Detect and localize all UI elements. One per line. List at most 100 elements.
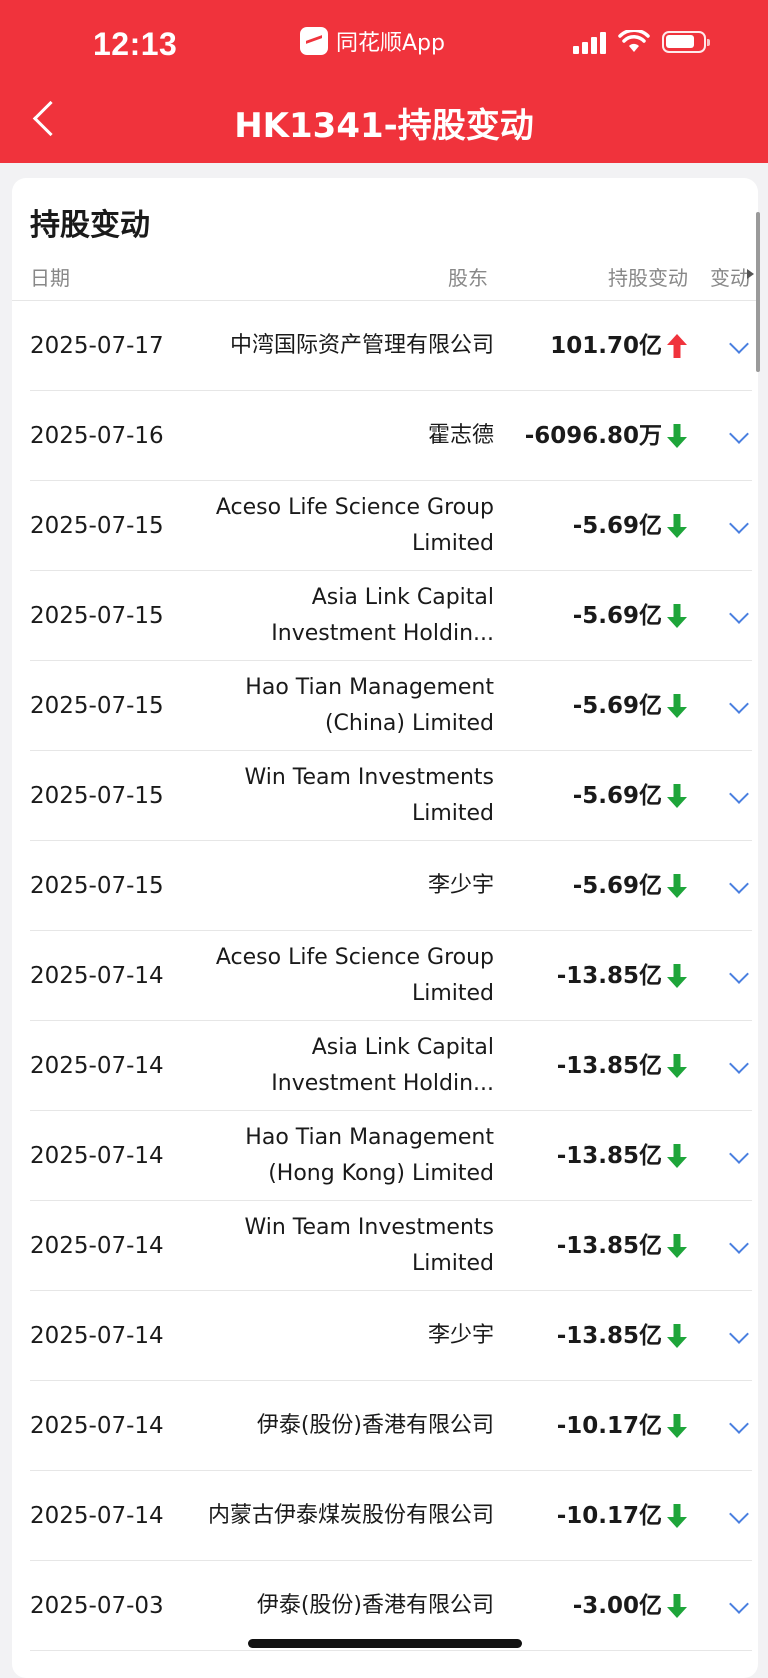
holdings-change-card: 持股变动 日期 股东 持股变动 变动 2025-07-17 中湾国际资产管理有限公… [12, 178, 758, 1678]
table-row[interactable]: 2025-07-03 伊泰(股份)香港有限公司 -3.00亿 [30, 1561, 752, 1651]
row-change: -5.69亿 [572, 873, 662, 899]
chevron-down-icon[interactable] [729, 1504, 749, 1524]
chevron-down-icon[interactable] [729, 1144, 749, 1164]
row-change: -6096.80万 [524, 423, 662, 449]
chevron-down-icon[interactable] [729, 1324, 749, 1344]
page-title: HK1341-持股变动 [234, 106, 534, 146]
table-row[interactable]: 2025-07-14 Hao Tian Management (Hong Kong… [30, 1111, 752, 1201]
chevron-down-icon[interactable] [729, 1054, 749, 1074]
table-row[interactable]: 2025-07-15 Asia Link Capital Investment H… [30, 571, 752, 661]
chevron-down-icon[interactable] [729, 964, 749, 984]
table-row[interactable]: 2025-07-14 伊泰(股份)香港有限公司 -10.17亿 [30, 1381, 752, 1471]
chevron-down-icon[interactable] [729, 514, 749, 534]
row-holder: Win Team Investments Limited [244, 765, 494, 826]
arrow-down-icon [667, 874, 687, 898]
table-row[interactable]: 2025-07-14 Aceso Life Science Group Limit… [30, 931, 752, 1021]
row-change: -5.69亿 [572, 693, 662, 719]
app-header: 12:13 同花顺App HK1341-持股变动 [0, 0, 768, 163]
column-header-holder[interactable]: 股东 [432, 262, 488, 291]
table-row[interactable]: 2025-07-14 李少宇 -13.85亿 [30, 1291, 752, 1381]
table-row[interactable]: 2025-07-15 Aceso Life Science Group Limit… [30, 481, 752, 571]
app-logo-icon [300, 27, 328, 55]
row-date: 2025-07-14 [30, 1323, 164, 1349]
chevron-down-icon[interactable] [729, 1594, 749, 1614]
arrow-down-icon [667, 424, 687, 448]
row-holder: Aceso Life Science Group Limited [215, 495, 494, 556]
arrow-down-icon [667, 1144, 687, 1168]
arrow-down-icon [667, 694, 687, 718]
row-date: 2025-07-03 [30, 1593, 164, 1619]
chevron-down-icon[interactable] [729, 1414, 749, 1434]
row-holder: Hao Tian Management (China) Limited [245, 675, 494, 736]
chevron-down-icon[interactable] [729, 424, 749, 444]
table-row[interactable]: 2025-07-14 内蒙古伊泰煤炭股份有限公司 -10.17亿 [30, 1471, 752, 1561]
row-change: -3.00亿 [572, 1593, 662, 1619]
row-change: -5.69亿 [572, 603, 662, 629]
arrow-down-icon [667, 604, 687, 628]
table-row[interactable]: 2025-07-15 李少宇 -5.69亿 [30, 841, 752, 931]
table-row[interactable]: 2025-07-14 Asia Link Capital Investment H… [30, 1021, 752, 1111]
column-header-date[interactable]: 日期 [30, 262, 70, 291]
row-change: -13.85亿 [556, 963, 662, 989]
row-holder: 伊泰(股份)香港有限公司 [256, 1413, 494, 1438]
table-row[interactable]: 2025-07-15 Win Team Investments Limited -5… [30, 751, 752, 841]
row-date: 2025-07-15 [30, 603, 164, 629]
row-date: 2025-07-16 [30, 423, 164, 449]
column-header-change[interactable]: 持股变动 [608, 262, 688, 291]
row-date: 2025-07-15 [30, 873, 164, 899]
row-date: 2025-07-14 [30, 1503, 164, 1529]
row-change: -13.85亿 [556, 1053, 662, 1079]
row-date: 2025-07-14 [30, 1143, 164, 1169]
row-change: -10.17亿 [556, 1413, 662, 1439]
arrow-down-icon [667, 1594, 687, 1618]
arrow-down-icon [667, 784, 687, 808]
row-change: -5.69亿 [572, 513, 662, 539]
chevron-down-icon[interactable] [729, 784, 749, 804]
chevron-down-icon[interactable] [729, 334, 749, 354]
row-holder: Asia Link Capital Investment Holdin... [271, 585, 494, 646]
signal-icon [573, 30, 606, 54]
table-row[interactable]: 2025-07-16 霍志德 -6096.80万 [30, 391, 752, 481]
battery-icon [662, 31, 710, 53]
chevron-down-icon[interactable] [729, 1234, 749, 1254]
chevron-down-icon[interactable] [729, 874, 749, 894]
row-holder: 内蒙古伊泰煤炭股份有限公司 [207, 1503, 494, 1528]
arrow-down-icon [667, 964, 687, 988]
app-name: 同花顺App [336, 31, 445, 56]
row-holder: Aceso Life Science Group Limited [215, 945, 494, 1006]
column-header-more[interactable]: 变动 [710, 262, 754, 291]
row-change: 101.70亿 [550, 333, 662, 359]
arrow-down-icon [667, 1414, 687, 1438]
status-time: 12:13 [93, 26, 178, 62]
home-indicator[interactable] [248, 1639, 522, 1648]
row-date: 2025-07-14 [30, 1053, 164, 1079]
app-indicator[interactable]: 同花顺App [300, 24, 445, 58]
table-row[interactable]: 2025-07-15 Hao Tian Management (China) Li… [30, 661, 752, 751]
table-row[interactable]: 2025-07-17 中湾国际资产管理有限公司 101.70亿 [30, 301, 752, 391]
chevron-down-icon[interactable] [729, 694, 749, 714]
arrow-down-icon [667, 514, 687, 538]
row-date: 2025-07-15 [30, 513, 164, 539]
chevron-down-icon[interactable] [729, 604, 749, 624]
row-date: 2025-07-14 [30, 1233, 164, 1259]
row-date: 2025-07-15 [30, 693, 164, 719]
row-change: -13.85亿 [556, 1233, 662, 1259]
scrollbar[interactable] [756, 212, 760, 372]
table-row[interactable]: 2025-07-14 Win Team Investments Limited -1… [30, 1201, 752, 1291]
wifi-icon [618, 30, 650, 52]
status-icons [573, 30, 710, 54]
row-holder: Win Team Investments Limited [244, 1215, 494, 1276]
row-holder: 李少宇 [427, 873, 494, 898]
row-change: -5.69亿 [572, 783, 662, 809]
arrow-down-icon [667, 1324, 687, 1348]
section-title: 持股变动 [30, 208, 150, 243]
row-change: -13.85亿 [556, 1323, 662, 1349]
row-holder: 伊泰(股份)香港有限公司 [256, 1593, 494, 1618]
row-date: 2025-07-14 [30, 963, 164, 989]
row-date: 2025-07-14 [30, 1413, 164, 1439]
row-holder: Hao Tian Management (Hong Kong) Limited [245, 1125, 494, 1186]
arrow-up-icon [667, 334, 687, 358]
row-holder: 中湾国际资产管理有限公司 [229, 333, 494, 358]
row-holder: 李少宇 [427, 1323, 494, 1348]
arrow-down-icon [667, 1234, 687, 1258]
